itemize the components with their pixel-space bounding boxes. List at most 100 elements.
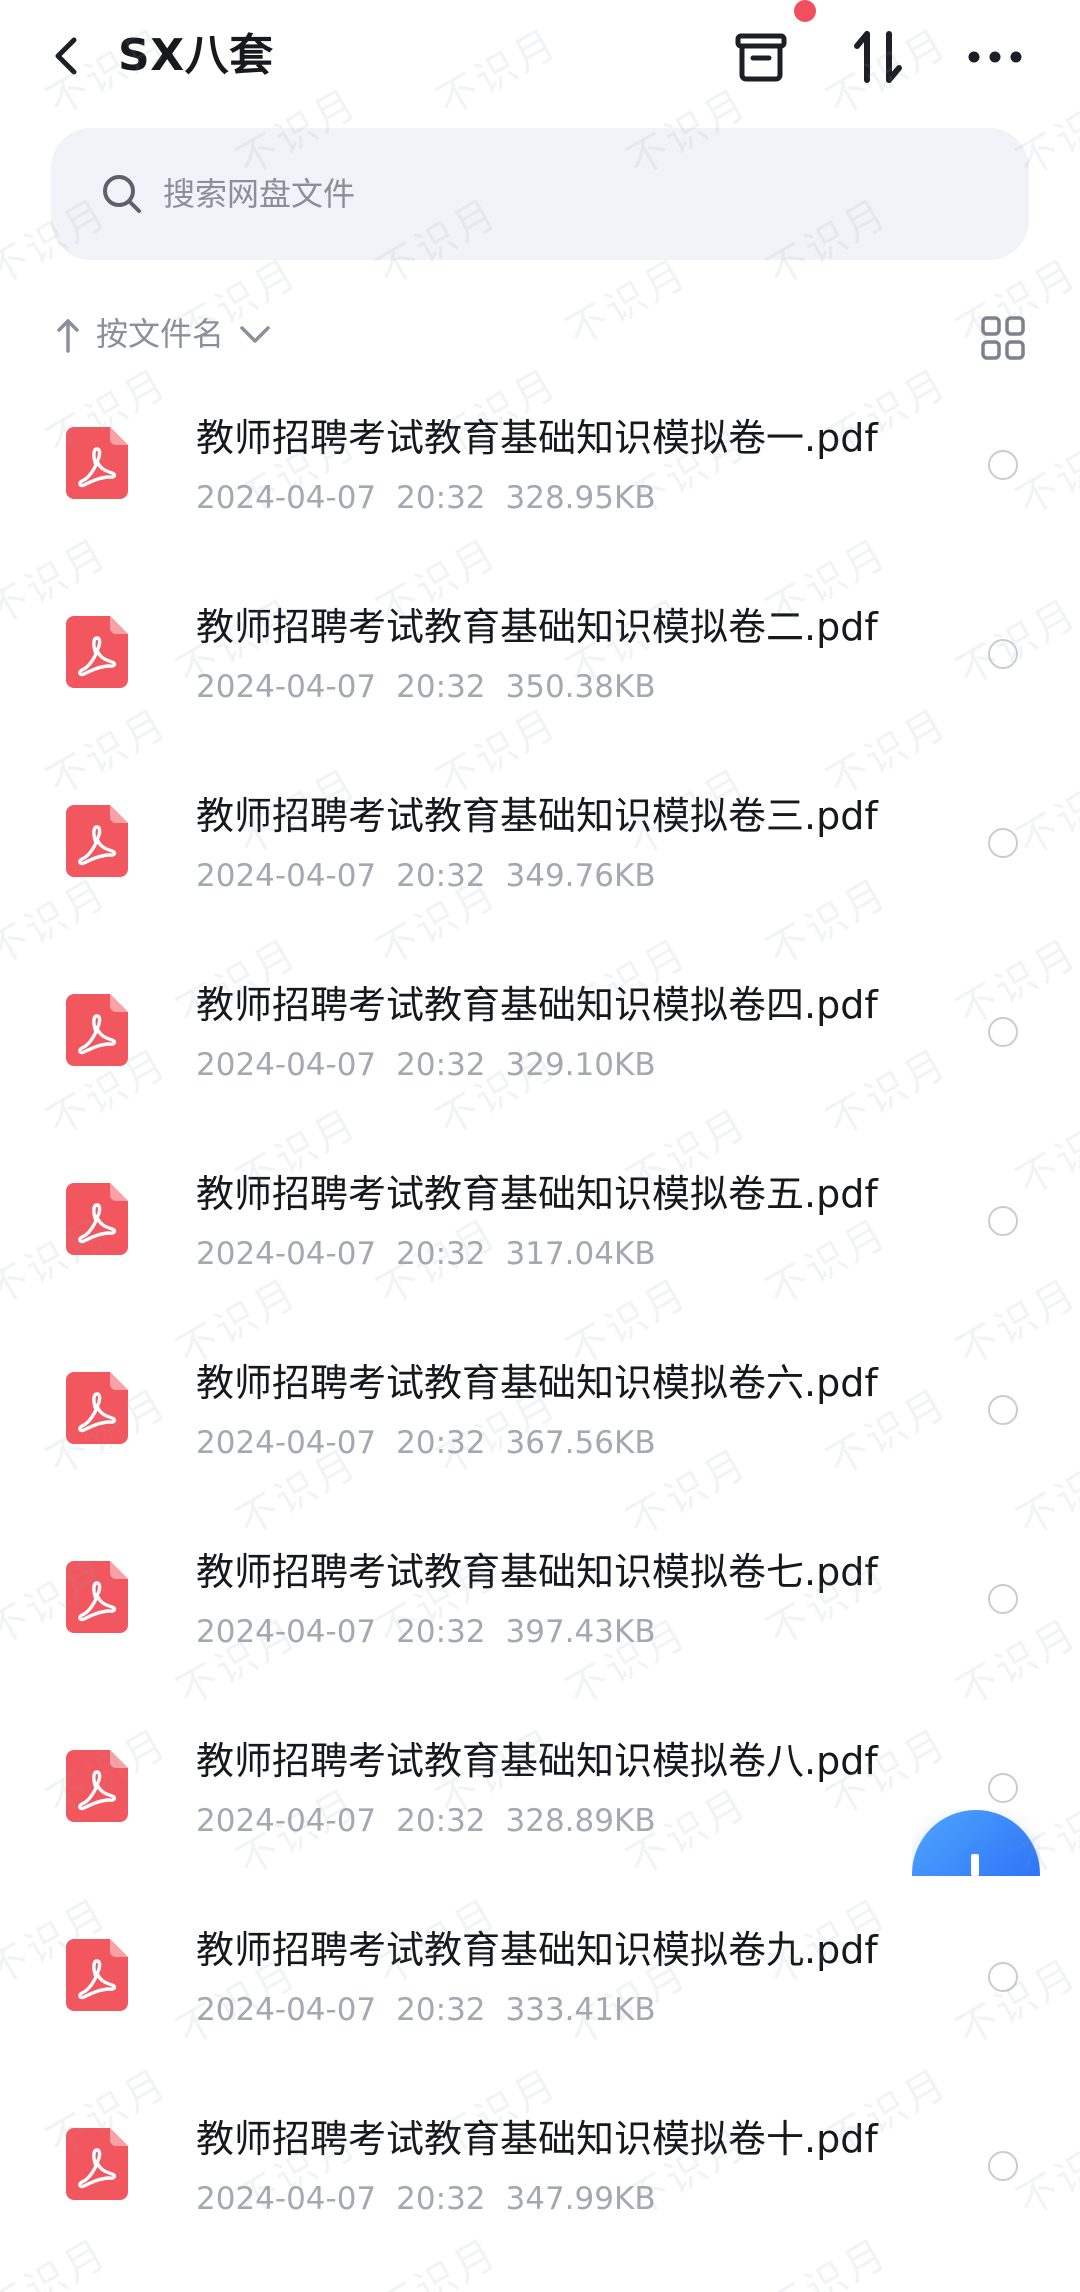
file-date: 2024-04-07	[196, 1047, 377, 1083]
file-time: 20:32	[396, 1236, 486, 1272]
pdf-file-icon	[66, 1561, 128, 1633]
file-row[interactable]: 教师招聘考试教育基础知识模拟卷六.pdf 2024-04-07 20:32 367.5…	[0, 1345, 1080, 1534]
file-meta: 2024-04-07 20:32 329.10KB	[196, 1043, 676, 1087]
select-radio[interactable]	[988, 828, 1018, 858]
pdf-file-icon	[66, 994, 128, 1066]
file-time: 20:32	[396, 1803, 486, 1839]
file-name: 教师招聘考试教育基础知识模拟卷三.pdf	[196, 794, 878, 838]
select-radio[interactable]	[988, 1206, 1018, 1236]
file-size: 347.99KB	[505, 2181, 656, 2217]
archive-button[interactable]	[726, 24, 796, 90]
back-button[interactable]	[40, 26, 92, 86]
file-size: 328.89KB	[505, 1803, 656, 1839]
file-row[interactable]: 教师招聘考试教育基础知识模拟卷九.pdf 2024-04-07 20:32 333.4…	[0, 1912, 1080, 2101]
pdf-file-icon	[66, 1372, 128, 1444]
pdf-file-icon	[66, 427, 128, 499]
file-time: 20:32	[396, 858, 486, 894]
file-meta: 2024-04-07 20:32 333.41KB	[196, 1988, 676, 2032]
archive-box-icon	[735, 33, 787, 82]
file-name: 教师招聘考试教育基础知识模拟卷八.pdf	[196, 1739, 878, 1783]
select-radio[interactable]	[988, 2151, 1018, 2181]
file-meta: 2024-04-07 20:32 367.56KB	[196, 1421, 676, 1465]
file-row[interactable]: 教师招聘考试教育基础知识模拟卷五.pdf 2024-04-07 20:32 317.0…	[0, 1156, 1080, 1345]
file-meta: 2024-04-07 20:32 349.76KB	[196, 854, 676, 898]
file-meta: 2024-04-07 20:32 328.89KB	[196, 1799, 676, 1843]
file-date: 2024-04-07	[196, 2181, 377, 2217]
file-size: 397.43KB	[505, 1614, 656, 1650]
file-size: 349.76KB	[505, 858, 656, 894]
more-button[interactable]	[960, 24, 1030, 90]
file-date: 2024-04-07	[196, 1992, 377, 2028]
select-radio[interactable]	[988, 1962, 1018, 1992]
file-date: 2024-04-07	[196, 1614, 377, 1650]
sort-button[interactable]	[843, 24, 913, 90]
file-row[interactable]: 教师招聘考试教育基础知识模拟卷十.pdf 2024-04-07 20:32 347.9…	[0, 2101, 1080, 2290]
arrow-up-icon[interactable]	[56, 317, 80, 353]
file-size: 317.04KB	[505, 1236, 656, 1272]
search-input[interactable]: 搜索网盘文件	[163, 170, 355, 218]
file-name: 教师招聘考试教育基础知识模拟卷五.pdf	[196, 1172, 878, 1216]
file-name: 教师招聘考试教育基础知识模拟卷九.pdf	[196, 1928, 878, 1972]
file-name: 教师招聘考试教育基础知识模拟卷一.pdf	[196, 416, 878, 460]
file-name: 教师招聘考试教育基础知识模拟卷七.pdf	[196, 1550, 878, 1594]
plus-icon	[971, 1854, 979, 1876]
file-time: 20:32	[396, 669, 486, 705]
file-meta: 2024-04-07 20:32 328.95KB	[196, 476, 676, 520]
file-row[interactable]: 教师招聘考试教育基础知识模拟卷一.pdf 2024-04-07 20:32 328.9…	[0, 400, 1080, 589]
file-row[interactable]: 教师招聘考试教育基础知识模拟卷四.pdf 2024-04-07 20:32 329.1…	[0, 967, 1080, 1156]
top-bar: SX八套	[0, 0, 1080, 115]
pdf-file-icon	[66, 805, 128, 877]
file-time: 20:32	[396, 1992, 486, 2028]
file-date: 2024-04-07	[196, 858, 377, 894]
file-row[interactable]: 教师招聘考试教育基础知识模拟卷八.pdf 2024-04-07 20:32 328.8…	[0, 1723, 1080, 1912]
chevron-left-icon	[55, 37, 77, 75]
chevron-down-icon[interactable]	[238, 323, 272, 347]
file-time: 20:32	[396, 2181, 486, 2217]
file-size: 350.38KB	[505, 669, 656, 705]
file-date: 2024-04-07	[196, 1236, 377, 1272]
file-meta: 2024-04-07 20:32 350.38KB	[196, 665, 676, 709]
file-date: 2024-04-07	[196, 1803, 377, 1839]
select-radio[interactable]	[988, 1584, 1018, 1614]
pdf-file-icon	[66, 1183, 128, 1255]
page-title: SX八套	[118, 30, 274, 81]
search-bar[interactable]: 搜索网盘文件	[51, 128, 1029, 260]
pdf-file-icon	[66, 1750, 128, 1822]
more-dots-icon	[968, 51, 1022, 63]
select-radio[interactable]	[988, 639, 1018, 669]
select-radio[interactable]	[988, 1773, 1018, 1803]
search-icon	[103, 175, 141, 213]
file-time: 20:32	[396, 1614, 486, 1650]
pdf-file-icon	[66, 2128, 128, 2200]
file-meta: 2024-04-07 20:32 347.99KB	[196, 2177, 676, 2221]
file-date: 2024-04-07	[196, 1425, 377, 1461]
file-meta: 2024-04-07 20:32 317.04KB	[196, 1232, 676, 1276]
file-time: 20:32	[396, 1047, 486, 1083]
file-size: 329.10KB	[505, 1047, 656, 1083]
file-date: 2024-04-07	[196, 480, 377, 516]
file-time: 20:32	[396, 480, 486, 516]
grid-view-icon[interactable]	[980, 315, 1026, 361]
pdf-file-icon	[66, 1939, 128, 2011]
file-date: 2024-04-07	[196, 669, 377, 705]
file-row[interactable]: 教师招聘考试教育基础知识模拟卷二.pdf 2024-04-07 20:32 350.3…	[0, 589, 1080, 778]
select-radio[interactable]	[988, 450, 1018, 480]
file-name: 教师招聘考试教育基础知识模拟卷二.pdf	[196, 605, 878, 649]
pdf-file-icon	[66, 616, 128, 688]
sort-by-name-label[interactable]: 按文件名	[96, 311, 224, 357]
sort-bar: 按文件名	[0, 305, 1080, 365]
file-size: 328.95KB	[505, 480, 656, 516]
file-time: 20:32	[396, 1425, 486, 1461]
select-radio[interactable]	[988, 1395, 1018, 1425]
sort-arrows-icon	[854, 31, 902, 83]
file-name: 教师招聘考试教育基础知识模拟卷六.pdf	[196, 1361, 878, 1405]
file-name: 教师招聘考试教育基础知识模拟卷四.pdf	[196, 983, 878, 1027]
file-size: 333.41KB	[505, 1992, 656, 2028]
file-size: 367.56KB	[505, 1425, 656, 1461]
file-row[interactable]: 教师招聘考试教育基础知识模拟卷七.pdf 2024-04-07 20:32 397.4…	[0, 1534, 1080, 1723]
file-meta: 2024-04-07 20:32 397.43KB	[196, 1610, 676, 1654]
select-radio[interactable]	[988, 1017, 1018, 1047]
notification-dot	[794, 0, 816, 22]
file-row[interactable]: 教师招聘考试教育基础知识模拟卷三.pdf 2024-04-07 20:32 349.7…	[0, 778, 1080, 967]
file-name: 教师招聘考试教育基础知识模拟卷十.pdf	[196, 2117, 878, 2161]
